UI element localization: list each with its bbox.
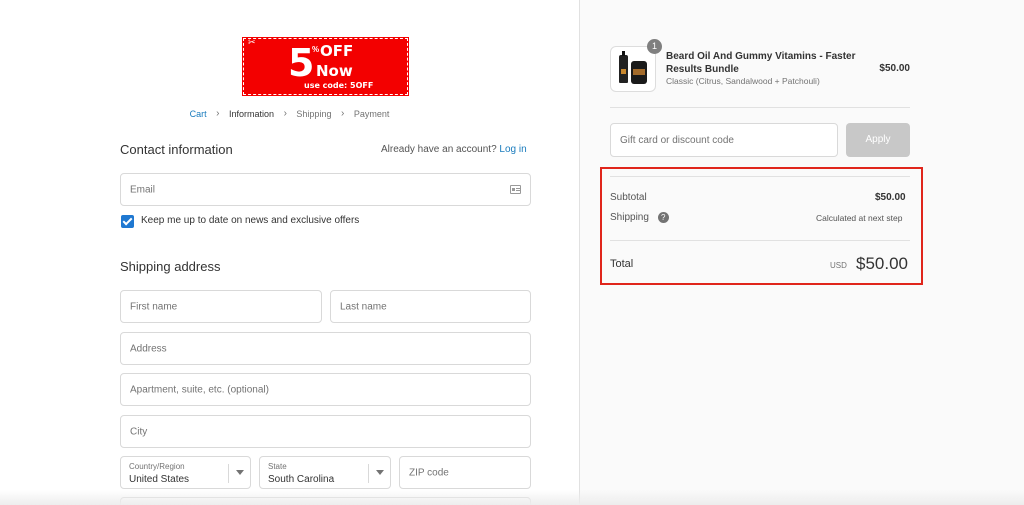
apartment-placeholder: Apartment, suite, etc. (optional)	[130, 384, 269, 395]
chevron-down-icon	[228, 464, 250, 483]
shipping-label: Shipping	[610, 212, 649, 224]
help-icon[interactable]: ?	[657, 212, 669, 223]
scissors-icon: ✂	[248, 38, 256, 47]
breadcrumb-information: Information	[229, 108, 275, 119]
chevron-down-icon	[368, 464, 390, 483]
address-field[interactable]: Address	[120, 332, 531, 365]
total-label: Total	[610, 258, 634, 270]
beard-oil-bottle-icon	[619, 51, 628, 83]
last-name-placeholder: Last name	[340, 301, 387, 312]
newsletter-label: Keep me up to date on news and exclusive…	[141, 215, 360, 226]
zip-placeholder: ZIP code	[409, 467, 449, 478]
product-variant: Classic (Citrus, Sandalwood + Patchouli)	[666, 76, 820, 86]
banner-percent: %	[312, 45, 320, 54]
apartment-field[interactable]: Apartment, suite, etc. (optional)	[120, 373, 531, 406]
banner-big-number: 5	[288, 41, 315, 85]
login-link[interactable]: Log in	[499, 144, 526, 155]
email-placeholder: Email	[130, 184, 156, 195]
state-label: State	[268, 462, 287, 471]
divider	[610, 240, 910, 241]
breadcrumb: Cart › Information › Shipping › Payment	[0, 108, 579, 119]
login-prompt: Already have an account? Log in	[381, 144, 527, 155]
gummy-jar-icon	[631, 61, 647, 84]
subtotal-value: $50.00	[875, 192, 906, 203]
zip-field[interactable]: ZIP code	[399, 456, 531, 489]
discount-code-input[interactable]: Gift card or discount code	[610, 123, 838, 157]
first-name-placeholder: First name	[130, 301, 178, 312]
discount-placeholder: Gift card or discount code	[620, 135, 734, 146]
divider	[610, 107, 910, 108]
chevron-right-icon: ›	[216, 108, 220, 120]
subtotal-label: Subtotal	[610, 192, 647, 203]
last-name-field[interactable]: Last name	[330, 290, 531, 323]
account-prompt: Already have an account?	[381, 144, 497, 155]
banner-now: Now	[316, 62, 353, 80]
breadcrumb-cart[interactable]: Cart	[190, 109, 207, 119]
shipping-title: Shipping address	[120, 259, 221, 274]
quantity-badge: 1	[647, 39, 662, 54]
breadcrumb-shipping: Shipping	[296, 108, 332, 119]
product-thumbnail	[610, 46, 656, 92]
total-value: $50.00	[856, 254, 908, 273]
first-name-field[interactable]: First name	[120, 290, 322, 323]
country-value: United States	[129, 474, 190, 485]
contact-card-icon	[510, 185, 521, 194]
email-field[interactable]: Email	[120, 173, 531, 206]
product-price: $50.00	[879, 63, 910, 74]
state-value: South Carolina	[268, 474, 335, 485]
chevron-right-icon: ›	[283, 108, 287, 120]
bottom-shadow	[0, 490, 1024, 505]
currency-code: USD	[830, 261, 847, 270]
state-select[interactable]: State South Carolina	[259, 456, 391, 489]
contact-title: Contact information	[120, 142, 233, 157]
address-placeholder: Address	[130, 343, 167, 354]
country-label: Country/Region	[129, 462, 185, 471]
apply-button[interactable]: Apply	[846, 123, 910, 157]
promo-banner[interactable]: ✂ 5 % OFF Now use code: 5OFF	[242, 37, 409, 96]
city-field[interactable]: City	[120, 415, 531, 448]
banner-code: use code: 5OFF	[304, 81, 374, 90]
newsletter-checkbox[interactable]	[121, 215, 134, 228]
shipping-value: Calculated at next step	[816, 213, 903, 223]
shipping-row: Shipping ?	[610, 212, 669, 223]
product-name: Beard Oil And Gummy Vitamins - Faster Re…	[666, 51, 856, 75]
country-select[interactable]: Country/Region United States	[120, 456, 251, 489]
city-placeholder: City	[130, 426, 148, 437]
chevron-right-icon: ›	[340, 108, 345, 120]
banner-off: OFF	[320, 42, 354, 60]
breadcrumb-payment: Payment	[353, 108, 390, 119]
